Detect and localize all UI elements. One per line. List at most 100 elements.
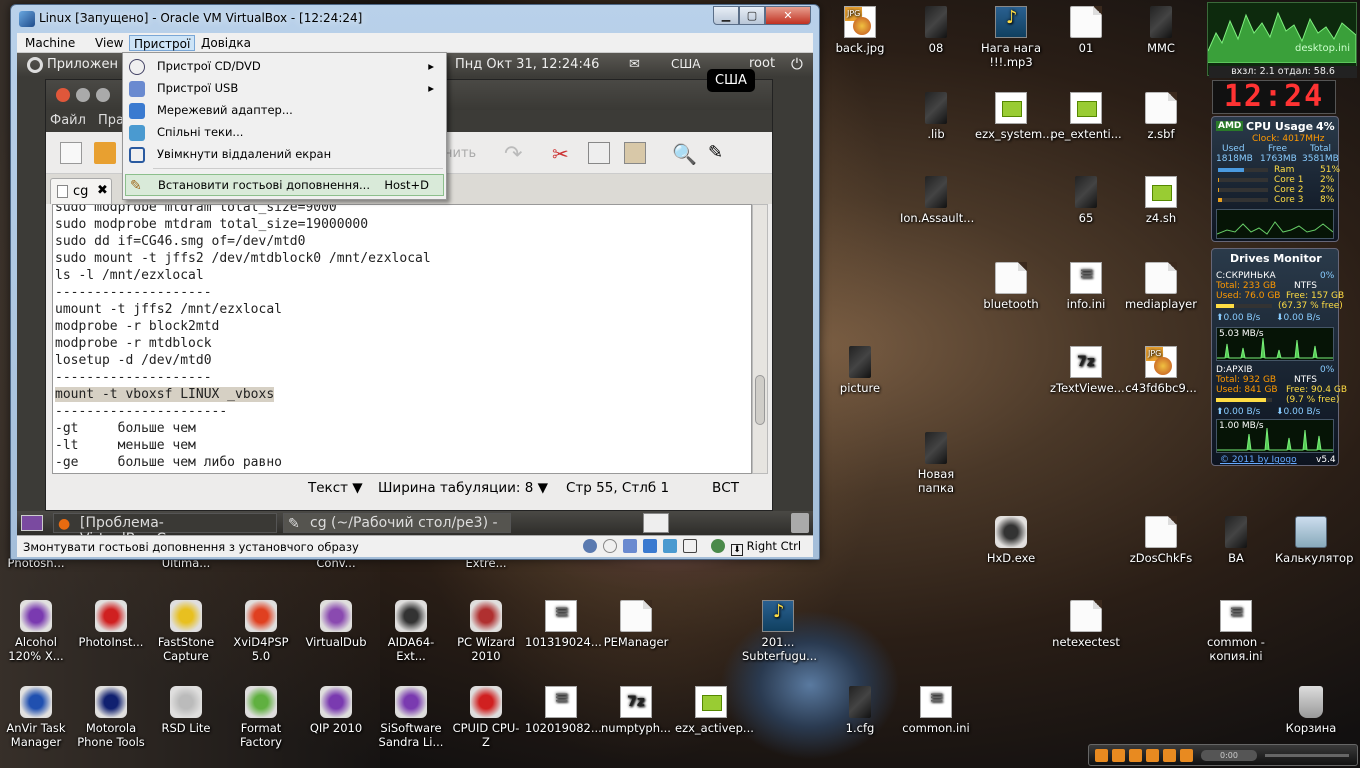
desktop-icon[interactable]: 201... Subterfugu...: [742, 600, 817, 663]
menu-item-cd-dvd[interactable]: Пристрої CD/DVD ▸: [125, 56, 444, 78]
menu-item-guest-additions[interactable]: ✎ Встановити гостьові доповнення... Host+D: [125, 174, 444, 196]
ubuntu-logo-icon[interactable]: [27, 57, 43, 73]
desktop-icon[interactable]: 101319024...: [525, 600, 602, 649]
gadget-author-link[interactable]: © 2011 by Igogo: [1220, 455, 1297, 465]
mail-icon[interactable]: ✉: [629, 57, 640, 72]
desktop-icon[interactable]: Format Factory: [225, 686, 297, 749]
redo-icon[interactable]: ↷: [504, 142, 526, 167]
desktop-icon[interactable]: bluetooth: [975, 262, 1047, 311]
desktop-icon[interactable]: common.ini: [900, 686, 972, 735]
desktop-icon[interactable]: VirtualDub: [300, 600, 372, 649]
tab-width-selector[interactable]: Ширина табуляции: 8 ▼: [378, 480, 548, 496]
desktop-icon[interactable]: Alcohol 120% X...: [0, 600, 72, 663]
gedit-minimize-icon[interactable]: [76, 88, 90, 102]
menu-machine[interactable]: Machine: [21, 35, 79, 51]
gedit-menu-file[interactable]: Файл: [50, 113, 86, 128]
menu-item-usb[interactable]: Пристрої USB ▸: [125, 78, 444, 100]
paste-icon[interactable]: [624, 142, 646, 164]
desktop-icon[interactable]: 102019082...: [525, 686, 602, 735]
desktop-icon[interactable]: Новая папка: [900, 432, 972, 495]
desktop-icon[interactable]: 65: [1050, 176, 1122, 225]
hdd-icon[interactable]: [583, 539, 597, 553]
taskbar-gedit[interactable]: ✎ cg (~/Рабочий стол/pe3) - ...: [283, 513, 511, 535]
desktop-icon[interactable]: Корзина: [1275, 686, 1347, 735]
desktop-icon[interactable]: numptyph...: [600, 686, 672, 735]
play-icon[interactable]: [1095, 749, 1108, 762]
desktop-icon[interactable]: Motorola Phone Tools: [75, 686, 147, 749]
maximize-button[interactable]: ▢: [739, 6, 765, 25]
trash-icon[interactable]: [791, 513, 809, 533]
desktop-icon[interactable]: pe_extenti...: [1050, 92, 1122, 141]
prev-icon[interactable]: [1146, 749, 1159, 762]
desktop-icon[interactable]: netexectest: [1050, 600, 1122, 649]
desktop-icon[interactable]: back.jpg: [824, 6, 896, 55]
desktop-icon[interactable]: QIP 2010: [300, 686, 372, 735]
copy-icon[interactable]: [588, 142, 610, 164]
desktop-icon[interactable]: AnVir Task Manager: [0, 686, 72, 749]
replace-icon[interactable]: ✎: [708, 142, 730, 164]
show-desktop-icon[interactable]: [21, 515, 43, 531]
desktop-icon[interactable]: RSD Lite: [150, 686, 222, 735]
notes-icon[interactable]: [643, 513, 669, 533]
menu-item-remote-display[interactable]: Увімкнути віддалений екран: [125, 144, 444, 166]
desktop-icon[interactable]: MMC: [1125, 6, 1197, 55]
desktop-icon[interactable]: ezx_system....: [975, 92, 1057, 141]
search-icon[interactable]: 🔍: [672, 142, 697, 166]
close-button[interactable]: ✕: [765, 6, 811, 25]
tab-cg[interactable]: cg ✖: [50, 178, 112, 204]
desktop-icon[interactable]: AIDA64-Ext...: [375, 600, 447, 663]
desktop-icon[interactable]: zTextViewe...: [1050, 346, 1125, 395]
taskbar-firefox[interactable]: ● [Проблема-VirtualBox.Соз...: [53, 513, 277, 535]
desktop-icon[interactable]: CPUID CPU-Z: [450, 686, 522, 749]
stop-icon[interactable]: [1129, 749, 1142, 762]
desktop-icon[interactable]: .lib: [900, 92, 972, 141]
desktop-icon[interactable]: XviD4PSP 5.0: [225, 600, 297, 663]
desktop-icon[interactable]: info.ini: [1050, 262, 1122, 311]
gedit-close-icon[interactable]: [56, 88, 70, 102]
desktop-icon[interactable]: Ion.Assault...: [900, 176, 974, 225]
open-icon[interactable]: [94, 142, 116, 164]
editor-text-area[interactable]: sudo modprobe mtdram total_size=9000 sudo…: [52, 204, 752, 474]
desktop-icon[interactable]: HxD.exe: [975, 516, 1047, 565]
desktop-icon[interactable]: Калькулятор: [1275, 516, 1353, 565]
applications-menu[interactable]: Приложен: [47, 57, 118, 72]
panel-clock[interactable]: Пнд Окт 31, 12:24:46: [455, 57, 599, 72]
usb-icon[interactable]: [623, 539, 637, 553]
desktop-icon[interactable]: FastStone Capture: [150, 600, 222, 663]
desktop-icon[interactable]: z4.sh: [1125, 176, 1197, 225]
menu-view[interactable]: View: [91, 35, 127, 51]
gedit-maximize-icon[interactable]: [96, 88, 110, 102]
next-icon[interactable]: [1163, 749, 1176, 762]
mouse-integration-icon[interactable]: [711, 539, 725, 553]
playlist-icon[interactable]: [1180, 749, 1193, 762]
desktop-icon[interactable]: PhotoInst...: [75, 600, 147, 649]
desktop-icon[interactable]: PC Wizard 2010: [450, 600, 522, 663]
menu-item-network[interactable]: Мережевий адаптер...: [125, 100, 444, 122]
pause-icon[interactable]: [1112, 749, 1125, 762]
desktop-icon[interactable]: PEManager: [600, 600, 672, 649]
minimize-button[interactable]: ▁: [713, 6, 739, 25]
user-menu[interactable]: root: [749, 56, 775, 71]
drives-monitor-gadget[interactable]: Drives Monitor C:СКРИНЬКА 0% Total: 233 …: [1211, 248, 1347, 466]
desktop-icon[interactable]: ezx_activep...: [675, 686, 754, 735]
capture-icon[interactable]: [683, 539, 697, 553]
menu-item-shared-folders[interactable]: Спільні теки...: [125, 122, 444, 144]
tab-close-icon[interactable]: ✖: [97, 183, 108, 198]
keyboard-layout[interactable]: США: [671, 57, 700, 71]
editor-scrollbar[interactable]: [752, 204, 768, 474]
new-document-icon[interactable]: [60, 142, 82, 164]
desktop-icon[interactable]: picture: [824, 346, 896, 395]
desktop-icon[interactable]: 1.cfg: [824, 686, 896, 735]
desktop-icon[interactable]: 08: [900, 6, 972, 55]
network-icon[interactable]: [643, 539, 657, 553]
desktop-icon[interactable]: mediaplayer: [1125, 262, 1197, 311]
cd-icon[interactable]: [603, 539, 617, 553]
player-seekbar[interactable]: [1265, 754, 1349, 757]
language-selector[interactable]: Текст ▼: [308, 480, 363, 496]
desktop-icon[interactable]: common - копия.ini: [1200, 600, 1272, 663]
desktop-icon[interactable]: z.sbf: [1125, 92, 1197, 141]
menu-devices[interactable]: Пристрої: [129, 35, 196, 51]
menu-help[interactable]: Довідка: [197, 35, 255, 51]
desktop-icon[interactable]: BA: [1200, 516, 1272, 565]
host-key[interactable]: ⬇ Right Ctrl: [731, 539, 801, 556]
